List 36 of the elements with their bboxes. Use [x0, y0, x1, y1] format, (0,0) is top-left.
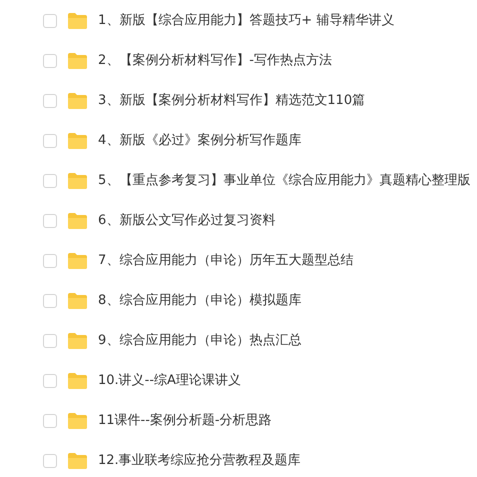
- file-name[interactable]: 1、新版【综合应用能力】答题技巧+ 辅导精华讲义: [98, 11, 394, 31]
- checkbox[interactable]: [43, 134, 57, 148]
- folder-icon: [67, 52, 88, 70]
- folder-icon: [67, 452, 88, 470]
- folder-icon: [67, 372, 88, 390]
- folder-icon: [67, 412, 88, 430]
- checkbox[interactable]: [43, 94, 57, 108]
- folder-icon: [67, 12, 88, 30]
- folder-icon: [67, 92, 88, 110]
- file-name[interactable]: 4、新版《必过》案例分析写作题库: [98, 131, 302, 151]
- checkbox[interactable]: [43, 254, 57, 268]
- folder-icon: [67, 332, 88, 350]
- folder-icon: [67, 252, 88, 270]
- folder-icon: [67, 172, 88, 190]
- file-name[interactable]: 6、新版公文写作必过复习资料: [98, 211, 276, 231]
- checkbox[interactable]: [43, 374, 57, 388]
- file-name[interactable]: 8、综合应用能力（申论）模拟题库: [98, 291, 302, 311]
- file-name[interactable]: 7、综合应用能力（申论）历年五大题型总结: [98, 251, 354, 271]
- file-name[interactable]: 9、综合应用能力（申论）热点汇总: [98, 331, 302, 351]
- folder-icon: [67, 132, 88, 150]
- file-name[interactable]: 5、【重点参考复习】事业单位《综合应用能力》真题精心整理版: [98, 171, 470, 191]
- checkbox[interactable]: [43, 14, 57, 28]
- file-name[interactable]: 2、【案例分析材料写作】-写作热点方法: [98, 51, 332, 71]
- checkbox[interactable]: [43, 54, 57, 68]
- checkbox[interactable]: [43, 414, 57, 428]
- file-name[interactable]: 10.讲义--综A理论课讲义: [98, 371, 241, 391]
- file-name[interactable]: 11课件--案例分析题-分析思路: [98, 411, 272, 431]
- folder-icon: [67, 212, 88, 230]
- folder-icon: [67, 292, 88, 310]
- checkbox[interactable]: [43, 454, 57, 468]
- checkbox[interactable]: [43, 214, 57, 228]
- checkbox[interactable]: [43, 334, 57, 348]
- file-name[interactable]: 3、新版【案例分析材料写作】精选范文110篇: [98, 91, 366, 111]
- checkbox[interactable]: [43, 174, 57, 188]
- file-name[interactable]: 12.事业联考综应抢分营教程及题库: [98, 451, 301, 471]
- checkbox[interactable]: [43, 294, 57, 308]
